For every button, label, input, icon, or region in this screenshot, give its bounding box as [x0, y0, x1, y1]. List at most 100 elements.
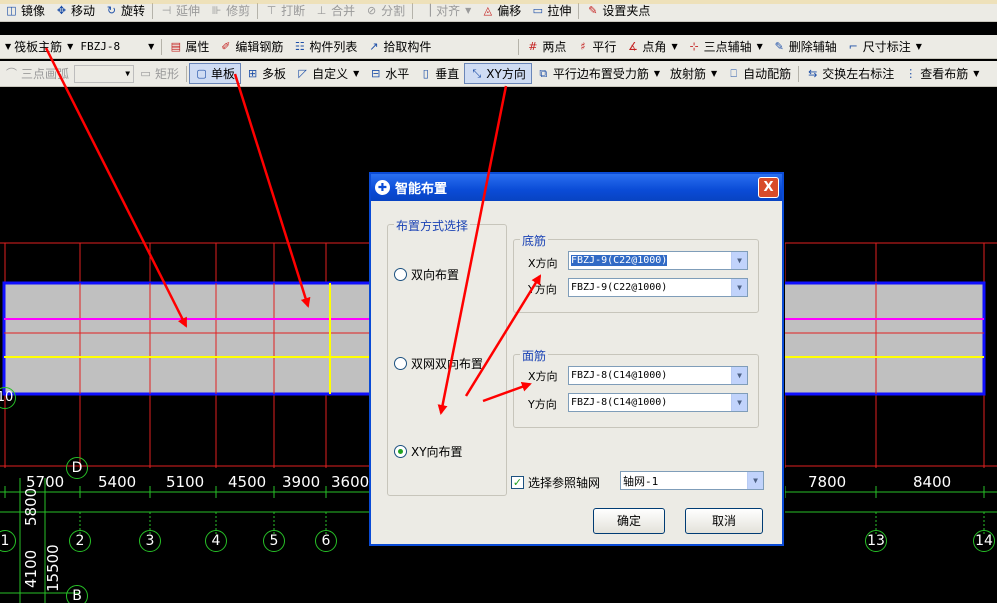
bottom-y-select[interactable]: FBZJ-9(C22@1000) ▼: [568, 278, 748, 297]
rectangle-button[interactable]: ▭ 矩形: [134, 64, 184, 84]
single-slab-button[interactable]: ▢ 单板: [189, 63, 242, 84]
properties-button[interactable]: ▤ 属性: [164, 37, 214, 57]
auto-rebar-icon: ⎕: [730, 67, 737, 80]
dialog-title-bar[interactable]: ✚ 智能布置: [371, 174, 782, 201]
parallel-edge-icon: ⧉: [539, 67, 548, 80]
radio-circle: [394, 268, 407, 281]
chevron-down-icon: ▼: [125, 69, 131, 78]
dimension-text: 8400: [913, 473, 952, 491]
dimension-text: 5100: [166, 473, 205, 491]
multi-slab-icon: ⊞: [247, 67, 258, 80]
offset-button[interactable]: ◬ 偏移: [476, 1, 526, 21]
horizontal-button[interactable]: ⊟ 水平: [364, 64, 414, 84]
xy-direction-button[interactable]: ⤡ XY方向: [464, 63, 532, 84]
dialog-title: 智能布置: [395, 182, 448, 197]
align-button[interactable]: ▕ 对齐 ▼: [415, 1, 476, 21]
close-button[interactable]: X: [758, 177, 779, 198]
toolbar-separator: [412, 2, 414, 19]
radial-rebar-button[interactable]: 放射筋 ▼: [665, 64, 722, 84]
merge-icon: ⊥: [316, 4, 327, 17]
arc-combo[interactable]: ▼: [74, 64, 135, 83]
type-combo[interactable]: ▼ 筏板主筋 ▼: [0, 37, 75, 57]
top-y-label: Y方向: [528, 398, 557, 411]
arc-icon: ⌒: [6, 67, 17, 80]
radio-circle: [394, 357, 407, 370]
bottom-y-label: Y方向: [528, 283, 557, 296]
delete-axis-button[interactable]: ✎ 删除辅轴: [768, 37, 842, 57]
dimension-text: 3600: [331, 473, 370, 491]
point-angle-icon: ∡: [627, 40, 638, 53]
bottom-rebar-legend: 底筋: [520, 232, 549, 249]
cancel-button[interactable]: 取消: [685, 508, 763, 534]
dimension-text: 15500: [44, 544, 62, 592]
three-point-arc-button[interactable]: ⌒ 三点画弧: [0, 64, 74, 84]
extend-icon: ⊣: [161, 4, 172, 17]
stretch-icon: ▭: [532, 4, 544, 17]
app-icon: ✚: [375, 180, 390, 195]
dimension-button[interactable]: ⌐ 尺寸标注 ▼: [842, 37, 927, 57]
checkmark-icon: ✓: [511, 476, 524, 489]
chevron-down-icon: ▼: [353, 69, 360, 78]
pick-component-button[interactable]: ↗ 拾取构件: [362, 37, 436, 57]
split-button[interactable]: ⊘ 分割: [360, 1, 410, 21]
extend-button[interactable]: ⊣ 延伸: [155, 1, 205, 21]
custom-icon: ◸: [298, 67, 307, 80]
close-icon: X: [763, 180, 774, 195]
component-list-button[interactable]: ☷ 构件列表: [288, 37, 362, 57]
chevron-down-icon: ▼: [756, 42, 763, 51]
view-rebar-icon: ⋮: [905, 67, 917, 80]
radio-double-net[interactable]: 双网双向布置: [394, 355, 483, 372]
three-point-axis-button[interactable]: ⊹ 三点辅轴 ▼: [683, 37, 768, 57]
trim-button[interactable]: ⊪ 修剪: [205, 1, 255, 21]
move-button[interactable]: ✥ 移动: [50, 1, 100, 21]
auto-rebar-button[interactable]: ⎕ 自动配筋: [722, 64, 796, 84]
move-icon: ✥: [56, 4, 67, 17]
parallel-edge-rebar-button[interactable]: ⧉ 平行边布置受力筋 ▼: [532, 64, 665, 84]
reference-grid-checkbox[interactable]: ✓ 选择参照轴网: [511, 474, 600, 491]
edit-rebar-button[interactable]: ✐ 编辑钢筋: [214, 37, 288, 57]
mirror-icon: ◫: [6, 4, 17, 17]
smart-layout-dialog: ✚ 智能布置 X 布置方式选择 双向布置 双网双向布置 XY向布置 底筋 X方向…: [369, 172, 784, 546]
axis-label-b: B: [66, 585, 88, 603]
view-rebar-button[interactable]: ⋮ 查看布筋 ▼: [899, 64, 984, 84]
point-angle-button[interactable]: ∡ 点角 ▼: [621, 37, 682, 57]
merge-button[interactable]: ⊥ 合并: [310, 1, 360, 21]
reference-grid-select[interactable]: 轴网-1 ▼: [620, 471, 764, 490]
toolbar-separator: [152, 2, 154, 19]
vertical-icon: ▯: [422, 67, 429, 80]
align-icon: ▕: [422, 4, 431, 17]
custom-button[interactable]: ◸ 自定义 ▼: [291, 64, 364, 84]
top-y-select[interactable]: FBZJ-8(C14@1000) ▼: [568, 393, 748, 412]
bottom-x-select[interactable]: FBZJ-9(C22@1000) ▼: [568, 251, 748, 270]
set-grip-button[interactable]: ✎ 设置夹点: [581, 1, 655, 21]
toolbar-separator: [186, 65, 188, 82]
stretch-button[interactable]: ▭ 拉伸: [526, 1, 576, 21]
ok-button[interactable]: 确定: [593, 508, 665, 534]
toolbar-separator: [257, 2, 259, 19]
rectangle-icon: ▭: [140, 67, 151, 80]
swap-label-icon: ⇆: [808, 67, 818, 80]
parallel-axis-button[interactable]: ♯ 平行: [571, 37, 621, 57]
name-combo[interactable]: FBZJ-8 ▼: [75, 37, 159, 57]
break-icon: ⊤: [266, 4, 277, 17]
parallel-icon: ♯: [580, 40, 586, 53]
two-point-axis-button[interactable]: # 两点: [521, 37, 571, 57]
chevron-down-icon: ▼: [711, 69, 718, 78]
rotate-icon: ↻: [106, 4, 117, 17]
swap-label-button[interactable]: ⇆ 交换左右标注: [801, 64, 899, 84]
top-x-select[interactable]: FBZJ-8(C14@1000) ▼: [568, 366, 748, 385]
chevron-down-icon: ▼: [671, 42, 678, 51]
mirror-button[interactable]: ◫ 镜像: [0, 1, 50, 21]
vertical-button[interactable]: ▯ 垂直: [414, 64, 464, 84]
chevron-down-icon: ▼: [973, 69, 980, 78]
axis-label-14: 14: [973, 530, 995, 552]
two-point-icon: #: [528, 40, 538, 53]
radio-xy-direction[interactable]: XY向布置: [394, 443, 463, 460]
break-button[interactable]: ⊤ 打断: [260, 1, 310, 21]
properties-icon: ▤: [170, 40, 182, 53]
chevron-down-icon: ▼: [731, 252, 747, 269]
radio-bidirectional[interactable]: 双向布置: [394, 266, 459, 283]
multi-slab-button[interactable]: ⊞ 多板: [241, 64, 291, 84]
chevron-down-icon: ▼: [731, 279, 747, 296]
rotate-button[interactable]: ↻ 旋转: [100, 1, 150, 21]
